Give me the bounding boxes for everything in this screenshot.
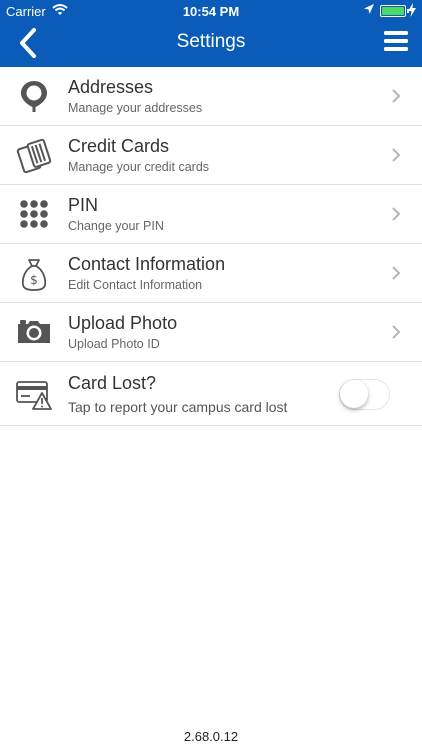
battery-icon — [380, 5, 409, 17]
chevron-right-icon — [392, 266, 401, 280]
credit-cards-icon — [16, 138, 52, 174]
map-pin-icon — [21, 81, 47, 112]
hamburger-menu-icon[interactable] — [384, 30, 408, 52]
settings-item-label: Addresses — [68, 77, 154, 97]
settings-item-subtitle: Manage your addresses — [68, 101, 203, 115]
settings-item-subtitle: Manage your credit cards — [68, 160, 210, 174]
svg-text:$: $ — [30, 273, 38, 287]
settings-item-addresses[interactable]: Addresses Manage your addresses — [0, 67, 422, 126]
location-arrow-icon — [364, 4, 374, 14]
charging-bolt-icon — [408, 3, 416, 17]
nav-bar: Settings — [0, 22, 422, 67]
chevron-right-icon — [392, 207, 401, 221]
pin-keypad-icon — [20, 200, 48, 228]
money-bag-icon: $ — [21, 259, 47, 291]
toggle-knob — [340, 380, 368, 408]
chevron-right-icon — [392, 325, 401, 339]
settings-item-label: Upload Photo — [68, 313, 178, 333]
settings-item-card-lost: Card Lost? Tap to report your campus car… — [0, 362, 422, 426]
settings-item-pin[interactable]: PIN Change your PIN — [0, 185, 422, 244]
card-warning-icon — [16, 381, 52, 410]
card-lost-subtitle: Tap to report your campus card lost — [68, 399, 288, 415]
settings-item-contact-information[interactable]: $ Contact Information Edit Contact Infor… — [0, 244, 422, 303]
settings-list: Addresses Manage your addresses Credit C… — [0, 67, 422, 426]
settings-item-label: Contact Information — [68, 254, 226, 274]
chevron-right-icon — [392, 89, 401, 103]
card-lost-toggle[interactable] — [339, 379, 390, 410]
settings-item-upload-photo[interactable]: Upload Photo Upload Photo ID — [0, 303, 422, 362]
top-bar: Carrier 10:54 PM Settings — [0, 0, 422, 67]
status-bar: Carrier 10:54 PM — [0, 0, 422, 22]
settings-item-credit-cards[interactable]: Credit Cards Manage your credit cards — [0, 126, 422, 185]
settings-item-subtitle: Upload Photo ID — [68, 337, 160, 351]
settings-item-subtitle: Edit Contact Information — [68, 278, 203, 292]
card-lost-label: Card Lost? — [68, 373, 157, 393]
settings-item-label: Credit Cards — [68, 136, 170, 156]
chevron-right-icon — [392, 148, 401, 162]
status-time: 10:54 PM — [182, 4, 240, 19]
app-version: 2.68.0.12 — [183, 729, 239, 744]
settings-item-label: PIN — [68, 195, 99, 215]
settings-item-subtitle: Change your PIN — [68, 219, 164, 233]
page-title: Settings — [176, 31, 246, 52]
camera-icon — [18, 320, 50, 343]
